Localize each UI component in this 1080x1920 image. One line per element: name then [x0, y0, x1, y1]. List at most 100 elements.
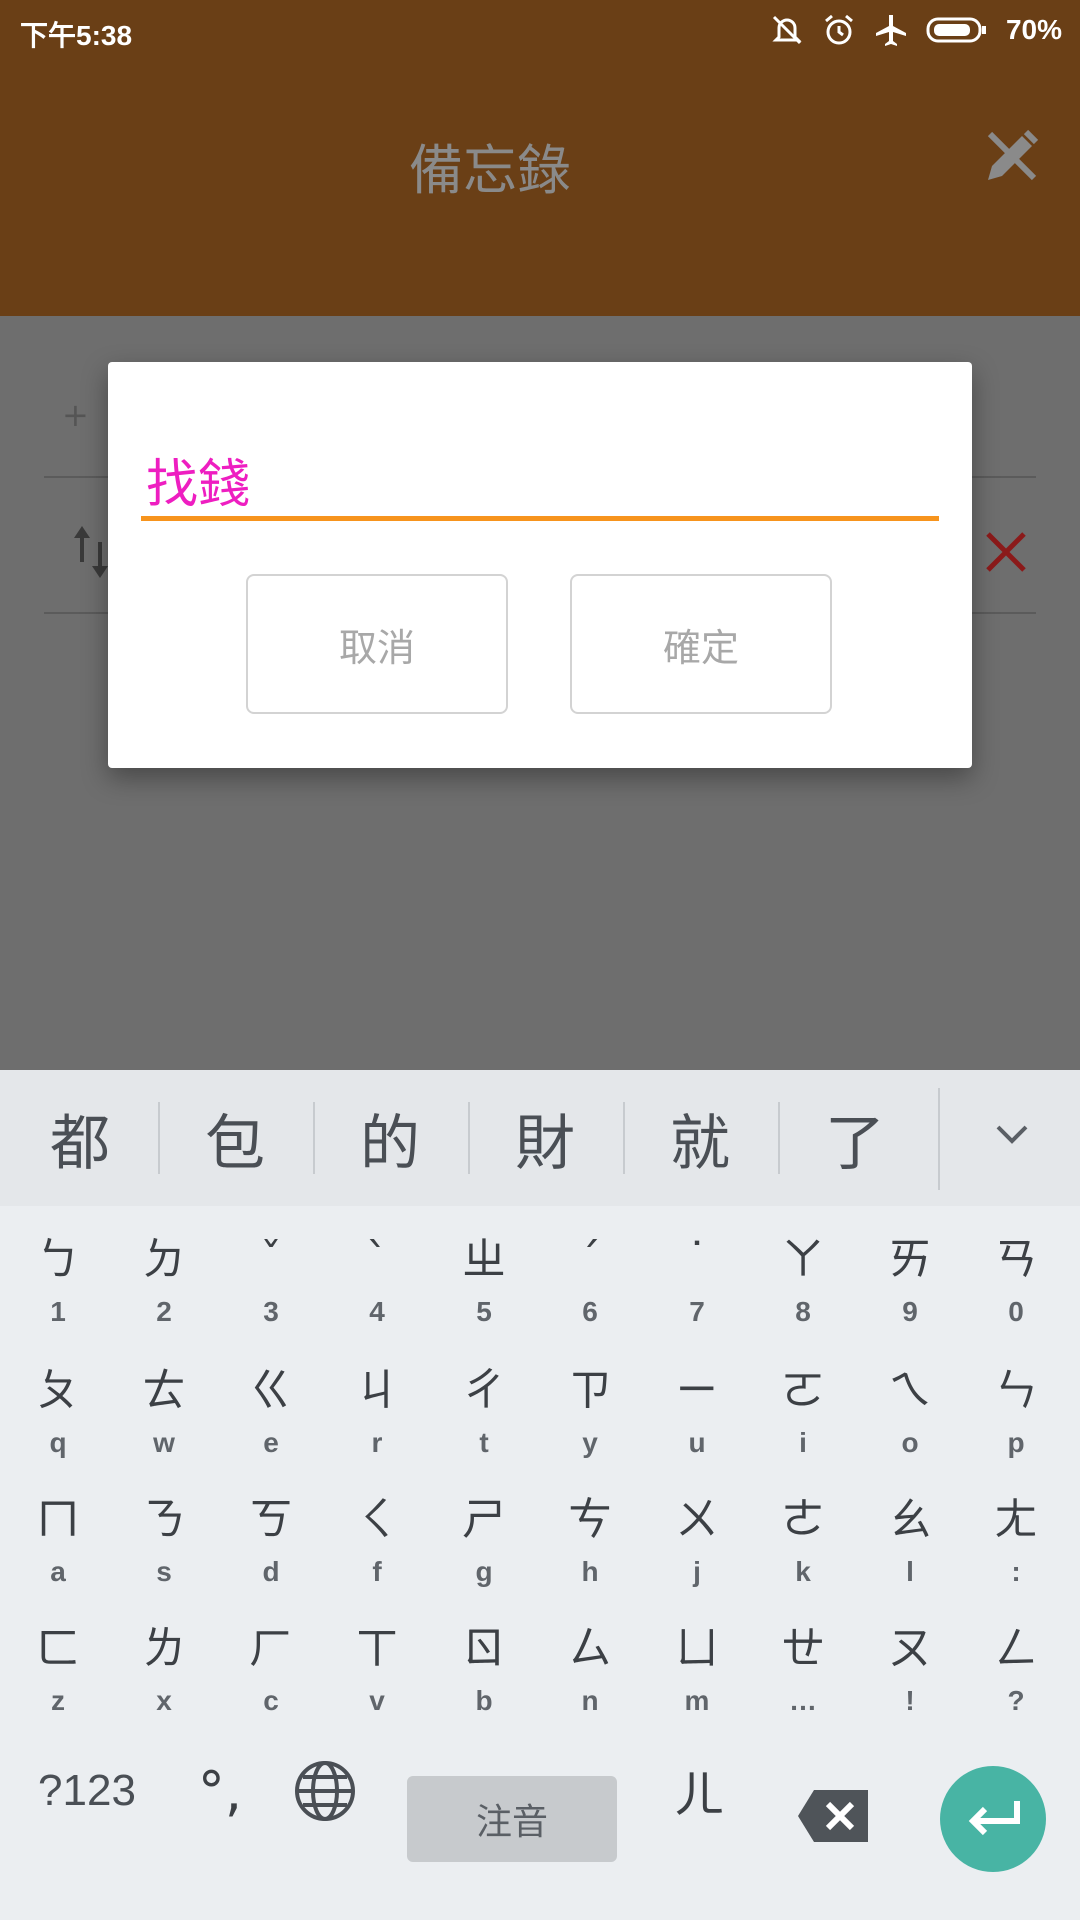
key[interactable]: ㄋs: [111, 1490, 217, 1620]
cancel-button[interactable]: 取消: [246, 574, 508, 714]
key[interactable]: ㄚ8: [750, 1230, 856, 1360]
key[interactable]: ㄓ5: [431, 1230, 537, 1360]
key[interactable]: ㄇa: [5, 1490, 111, 1620]
key-symbol: ˙: [686, 1234, 708, 1285]
key-symbol: ㄑ: [355, 1494, 399, 1545]
key-hint: 6: [582, 1296, 598, 1327]
key[interactable]: ㄉ2: [111, 1230, 217, 1360]
space-key[interactable]: 注音: [407, 1776, 617, 1862]
key[interactable]: ㄈz: [5, 1619, 111, 1749]
key-symbol: ㄚ: [781, 1234, 825, 1285]
key-symbol: ˇ: [260, 1234, 282, 1285]
add-icon[interactable]: +: [62, 396, 89, 434]
key[interactable]: ㄙn: [537, 1619, 643, 1749]
key[interactable]: ㄏc: [218, 1619, 324, 1749]
key-hint: m: [684, 1685, 710, 1716]
key-hint: c: [263, 1685, 279, 1716]
key-hint: f: [372, 1556, 382, 1587]
key[interactable]: ˊ6: [537, 1230, 643, 1360]
candidate[interactable]: 就: [625, 1070, 775, 1206]
candidate[interactable]: 都: [5, 1070, 155, 1206]
key[interactable]: ㄜk: [750, 1490, 856, 1620]
key[interactable]: ㄘh: [537, 1490, 643, 1620]
key[interactable]: ㄎd: [218, 1490, 324, 1620]
candidate[interactable]: 財: [470, 1070, 620, 1206]
key[interactable]: ㄍe: [218, 1361, 324, 1491]
key-hint: q: [49, 1427, 67, 1458]
key[interactable]: ㄅ1: [5, 1230, 111, 1360]
key[interactable]: ㄖb: [431, 1619, 537, 1749]
key-hint: 7: [689, 1296, 705, 1327]
candidate[interactable]: 的: [315, 1070, 465, 1206]
key[interactable]: ㄗy: [537, 1361, 643, 1491]
key-symbol: ㄉ: [142, 1234, 186, 1285]
globe-icon[interactable]: [290, 1756, 360, 1826]
edit-icon[interactable]: [982, 126, 1042, 186]
key[interactable]: ㄆq: [5, 1361, 111, 1491]
key[interactable]: ㄒv: [324, 1619, 430, 1749]
confirm-button[interactable]: 確定: [570, 574, 832, 714]
key[interactable]: ㄊw: [111, 1361, 217, 1491]
punctuation-key[interactable]: °,: [180, 1746, 260, 1836]
key[interactable]: ㄞ9: [857, 1230, 963, 1360]
key-symbol: ˊ: [579, 1234, 601, 1285]
candidate-bar: 都 包 的 財 就 了: [0, 1070, 1080, 1206]
key-hint: 2: [156, 1296, 172, 1327]
delete-icon[interactable]: [984, 530, 1028, 578]
key-hint: 5: [476, 1296, 492, 1327]
key-hint: s: [156, 1556, 172, 1587]
key-hint: p: [1007, 1427, 1025, 1458]
key-symbol: ㄍ: [249, 1365, 293, 1416]
key-symbol: ㄟ: [888, 1365, 932, 1416]
battery-percent: 70%: [1005, 14, 1062, 45]
key-hint: o: [901, 1427, 919, 1458]
key-hint: r: [371, 1427, 383, 1458]
sort-icon[interactable]: [72, 522, 112, 586]
key[interactable]: ˇ3: [218, 1230, 324, 1360]
key-hint: t: [479, 1427, 489, 1458]
backspace-icon[interactable]: [796, 1788, 870, 1844]
key-hint: w: [153, 1427, 175, 1458]
key[interactable]: ㄧu: [644, 1361, 750, 1491]
key[interactable]: ㄠl: [857, 1490, 963, 1620]
key-hint: x: [156, 1685, 172, 1716]
key-symbol: ㄞ: [888, 1234, 932, 1285]
enter-icon[interactable]: [940, 1766, 1046, 1872]
key-hint: 0: [1008, 1296, 1024, 1327]
key[interactable]: ㄕg: [431, 1490, 537, 1620]
key-hint: l: [906, 1556, 914, 1587]
key-hint: y: [582, 1427, 598, 1458]
key[interactable]: ㄐr: [324, 1361, 430, 1491]
key-symbol: ㄕ: [462, 1494, 506, 1545]
key[interactable]: ㄔt: [431, 1361, 537, 1491]
key[interactable]: ㄥ?: [963, 1619, 1069, 1749]
symbols-key[interactable]: ?123: [22, 1756, 152, 1826]
key[interactable]: ㄛi: [750, 1361, 856, 1491]
er-key[interactable]: ㄦ: [664, 1746, 734, 1836]
key[interactable]: ㄌx: [111, 1619, 217, 1749]
key[interactable]: ㄣp: [963, 1361, 1069, 1491]
key-symbol: ㄣ: [994, 1365, 1038, 1416]
key-symbol: ㄊ: [142, 1365, 186, 1416]
key[interactable]: ㄤ:: [963, 1490, 1069, 1620]
key-hint: i: [799, 1427, 807, 1458]
alarm-icon: [822, 13, 856, 47]
key-symbol: ㄅ: [36, 1234, 80, 1285]
key[interactable]: ㄑf: [324, 1490, 430, 1620]
key[interactable]: ˙ 7: [644, 1230, 750, 1360]
key[interactable]: ㄝ…: [750, 1619, 856, 1749]
key-symbol: ㄜ: [781, 1494, 825, 1545]
key[interactable]: ㄢ0: [963, 1230, 1069, 1360]
key[interactable]: ㄡ!: [857, 1619, 963, 1749]
key[interactable]: ㄨj: [644, 1490, 750, 1620]
key[interactable]: ㄟo: [857, 1361, 963, 1491]
expand-icon[interactable]: [992, 1114, 1032, 1158]
battery-icon: [926, 16, 988, 44]
memo-input[interactable]: 找錢: [146, 442, 250, 517]
key[interactable]: ㄩm: [644, 1619, 750, 1749]
page-title: 備忘錄: [409, 139, 571, 202]
input-dialog: 找錢 取消 確定: [108, 362, 972, 768]
candidate[interactable]: 了: [780, 1070, 930, 1206]
key[interactable]: ˋ4: [324, 1230, 430, 1360]
candidate[interactable]: 包: [160, 1070, 310, 1206]
